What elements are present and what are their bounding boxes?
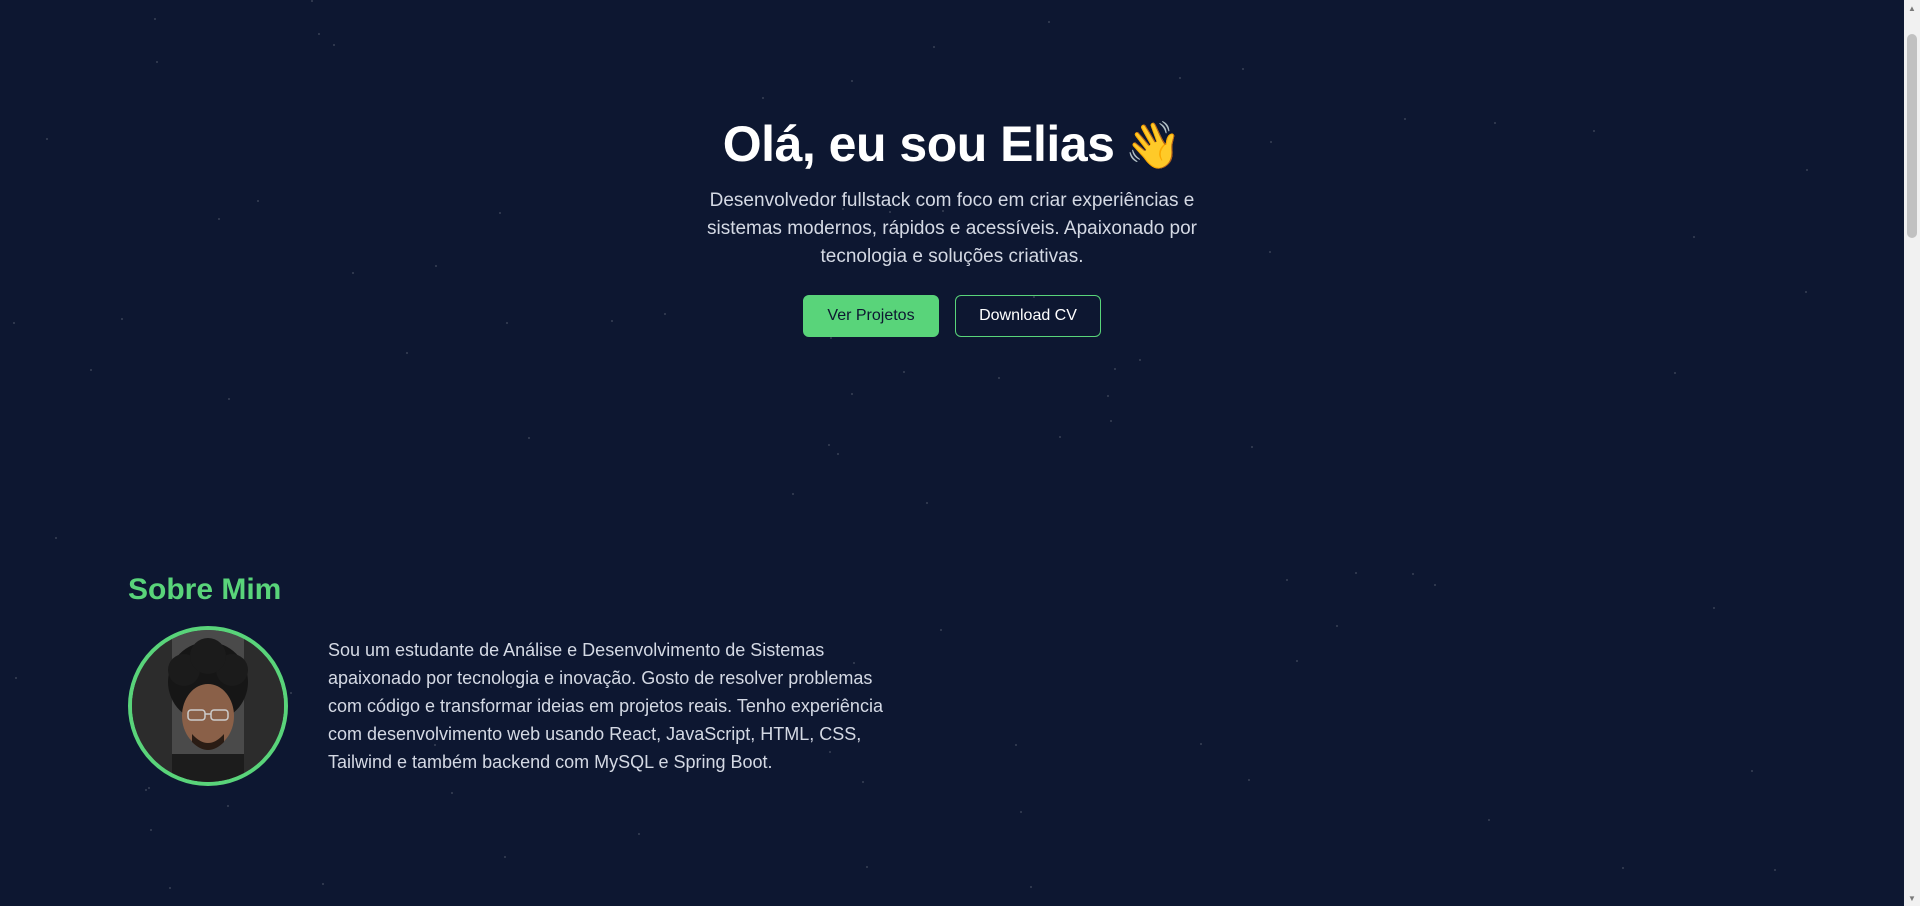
about-body: Sou um estudante de Análise e Desenvolvi…: [128, 626, 888, 786]
about-section: Sobre Mim Sou um estudante de Análise e …: [128, 570, 888, 786]
hero-title: Olá, eu sou Elias 👋: [0, 112, 1904, 177]
profile-photo-icon: [132, 630, 284, 782]
scroll-up-arrow-icon[interactable]: ▲: [1904, 0, 1920, 16]
avatar: [128, 626, 288, 786]
page-scrollbar[interactable]: ▲ ▼: [1904, 0, 1920, 906]
about-title: Sobre Mim: [128, 573, 282, 606]
about-text: Sou um estudante de Análise e Desenvolvi…: [328, 640, 883, 772]
main-content: Olá, eu sou Elias 👋 Desenvolvedor fullsta…: [0, 0, 1904, 906]
scroll-thumb[interactable]: [1907, 34, 1917, 238]
scroll-down-arrow-icon[interactable]: ▼: [1904, 890, 1920, 906]
download-cv-button[interactable]: Download CV: [955, 295, 1101, 337]
hero-section: Olá, eu sou Elias 👋 Desenvolvedor fullsta…: [0, 112, 1904, 337]
hero-title-text: Olá, eu sou Elias: [722, 116, 1115, 172]
view-projects-button[interactable]: Ver Projetos: [803, 295, 939, 337]
hero-actions: Ver Projetos Download CV: [0, 295, 1904, 337]
page: Olá, eu sou Elias 👋 Desenvolvedor fullsta…: [0, 0, 1920, 906]
waving-hand-icon: 👋: [1124, 119, 1182, 171]
hero-description: Desenvolvedor fullstack com foco em cria…: [706, 190, 1198, 267]
